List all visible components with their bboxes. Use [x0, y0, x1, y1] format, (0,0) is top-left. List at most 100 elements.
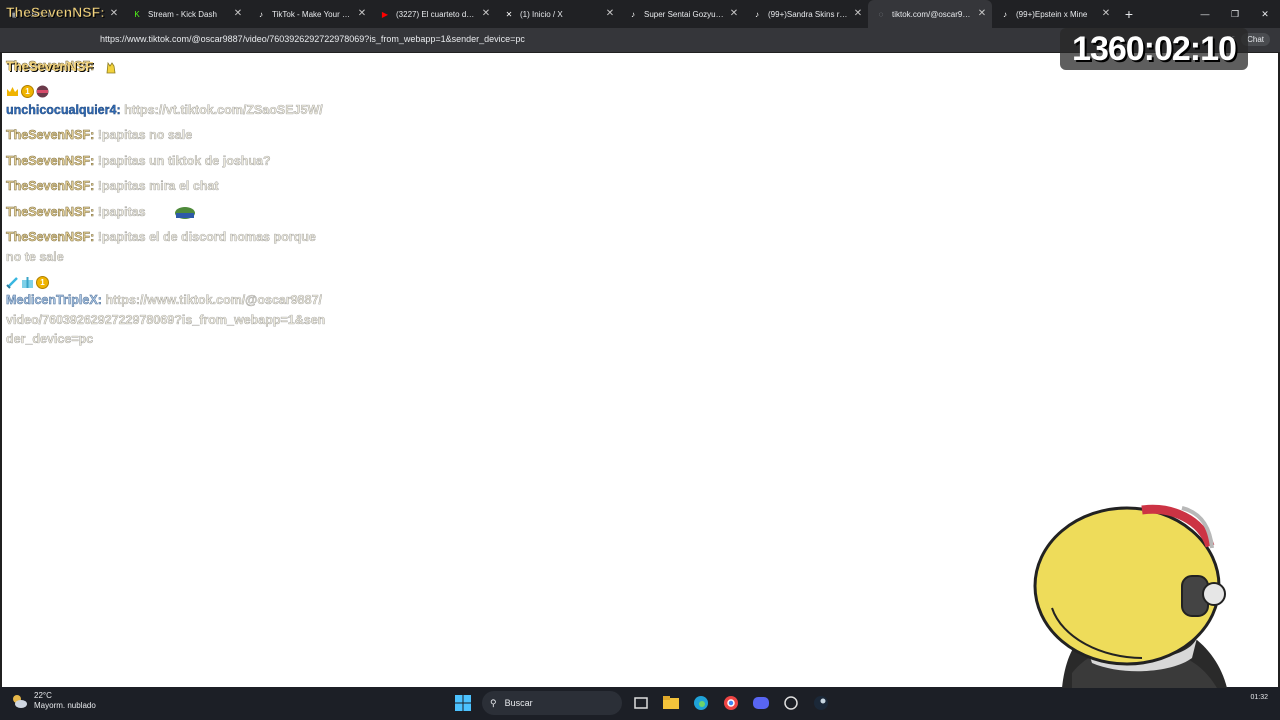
chat-text: !papitas un tiktok de joshua? — [97, 153, 271, 168]
close-tab-icon[interactable]: ✕ — [976, 8, 988, 20]
chat-text: !papitas — [97, 204, 146, 219]
search-icon: ⚲ — [490, 697, 497, 708]
chat-message: TheSevenNSF: !papitas un tiktok de joshu… — [6, 152, 326, 172]
clock-time: 01:32 — [1250, 694, 1268, 701]
url-field[interactable]: https://www.tiktok.com/@oscar9887/video/… — [100, 34, 525, 44]
chat-message: TheSevenNSF: !papitas — [6, 203, 326, 223]
close-tab-icon[interactable]: ✕ — [1100, 8, 1112, 20]
browser-tab[interactable]: K Stream - Kick Dash ✕ — [124, 0, 248, 28]
tab-title: (3227) El cuarteto de no — [396, 9, 478, 19]
chat-line: MedicenTripleX: https://www.tiktok.com/@… — [6, 291, 326, 350]
tab-title: (99+)Sandra Skins reac — [768, 9, 850, 19]
stream-timer: 1360:02:10 — [1060, 28, 1248, 70]
chat-line: TheSevenNSF: !papitas mira el chat — [6, 177, 326, 197]
close-tab-icon[interactable]: ✕ — [232, 8, 244, 20]
chat-line: unchicocualquier4: https://vt.tiktok.com… — [6, 101, 326, 121]
window-controls: — ❐ ✕ — [1190, 0, 1280, 28]
gift-badge-icon — [22, 276, 33, 288]
vtuber-avatar — [1033, 504, 1227, 688]
file-explorer-icon[interactable] — [660, 691, 682, 715]
tab-title: Super Sentai Gozyuger — [644, 9, 726, 19]
chat-separator: : — [90, 179, 98, 194]
frog-emote-icon — [146, 205, 196, 220]
browser-tab[interactable]: ◌ tiktok.com/@oscar9887 ✕ — [868, 0, 992, 28]
tab-title: Stream - Kick Dash — [148, 9, 217, 19]
x-icon: ✕ — [505, 9, 513, 19]
chat-username[interactable]: TheSevenNSF — [6, 204, 91, 219]
restore-icon[interactable]: ❐ — [1220, 0, 1250, 28]
task-view-icon[interactable] — [630, 691, 652, 715]
pikachu-emote-icon — [98, 59, 118, 74]
browser-tab[interactable]: ♪ Super Sentai Gozyuger ✕ — [620, 0, 744, 28]
weather-temp: 22°C — [34, 691, 52, 700]
taskbar-search[interactable]: ⚲ Buscar — [482, 691, 622, 715]
chat-separator: : — [90, 128, 98, 143]
close-tab-icon[interactable]: ✕ — [852, 8, 864, 20]
start-button[interactable] — [452, 691, 474, 715]
close-tab-icon[interactable]: ✕ — [108, 8, 120, 20]
chat-link[interactable]: https://vt.tiktok.com/ZSaoSEJ5W/ — [124, 102, 323, 116]
tab-title: TikTok - Make Your Day — [272, 9, 354, 19]
chat-message: TheSevenNSF: !papitas mira el chat — [6, 177, 326, 197]
tiktok-icon: ♪ — [631, 9, 635, 19]
browser-tab[interactable]: ♪ TikTok - Make Your Day ✕ — [248, 0, 372, 28]
windows-taskbar: 22°C Mayorm. nublado ⚲ Buscar 01:32 — [0, 687, 1280, 720]
chat-username[interactable]: TheSevenNSF — [6, 153, 91, 168]
close-tab-icon[interactable]: ✕ — [356, 8, 368, 20]
chat-line: TheSevenNSF: !papitas el de discord noma… — [6, 228, 326, 267]
user-badges: 1 — [6, 273, 326, 291]
chat-message: TheSevenNSF: !papitas no sale — [6, 126, 326, 146]
app-icon[interactable] — [780, 691, 802, 715]
chrome-icon[interactable] — [720, 691, 742, 715]
kick-icon: K — [134, 9, 140, 19]
tiktok-icon: ♪ — [1003, 9, 1007, 19]
ninja-badge-icon — [36, 85, 49, 98]
chat-line: TheSevenNSF: !papitas no sale — [6, 126, 326, 146]
close-tab-icon[interactable]: ✕ — [728, 8, 740, 20]
weather-condition: Mayorm. nublado — [34, 701, 96, 710]
chat-text: !papitas mira el chat — [97, 179, 219, 193]
browser-tab[interactable]: ♪ (99+)Epstein x Mine ✕ — [992, 0, 1116, 28]
chat-message: TheSevenNSF: !papitas el de discord noma… — [6, 228, 326, 267]
tab-title: (99+)Epstein x Mine — [1016, 9, 1088, 19]
chat-text: !papitas no sale — [97, 128, 193, 142]
weather-widget[interactable]: 22°C Mayorm. nublado — [10, 691, 96, 711]
taskbar-apps: ⚲ Buscar — [452, 691, 832, 715]
youtube-icon: ▶ — [381, 9, 389, 19]
chat-username[interactable]: TheSevenNSF — [6, 179, 91, 194]
close-tab-icon[interactable]: ✕ — [604, 8, 616, 20]
tab-title: (1) Inicio / X — [520, 9, 563, 19]
tiktok-icon: ♪ — [259, 9, 263, 19]
edge-icon[interactable] — [690, 691, 712, 715]
chat-line: TheSevenNSF: !papitas un tiktok de joshu… — [6, 152, 326, 172]
chat-username[interactable]: TheSevenNSF — [6, 128, 91, 143]
chat-username[interactable]: unchicocualquier4 — [6, 102, 117, 116]
close-tab-icon[interactable]: ✕ — [480, 8, 492, 20]
close-window-icon[interactable]: ✕ — [1250, 0, 1280, 28]
loading-icon: ◌ — [878, 9, 884, 19]
cloud-sun-icon — [13, 695, 27, 708]
system-tray[interactable]: 01:32 — [1250, 693, 1268, 702]
tab-title: tiktok.com/@oscar9887 — [892, 9, 974, 19]
search-label: Buscar — [504, 698, 533, 708]
tiktok-icon: ♪ — [755, 9, 759, 19]
chat-username[interactable]: TheSevenNSF — [6, 230, 91, 245]
chat-username[interactable]: MedicenTripleX — [6, 293, 98, 308]
chat-separator: : — [90, 230, 98, 245]
steam-icon[interactable] — [810, 691, 832, 715]
chat-log: TheSevenNSF: 1 unchicocualquier4: https:/… — [6, 57, 326, 356]
minimize-icon[interactable]: — — [1190, 0, 1220, 28]
browser-tab[interactable]: ▶ (3227) El cuarteto de no ✕ — [372, 0, 496, 28]
chat-message: 1 unchicocualquier4: https://vt.tiktok.co… — [6, 83, 326, 121]
browser-tab[interactable]: ✕ (1) Inicio / X ✕ — [496, 0, 620, 28]
browser-tab[interactable]: ♪ (99+)Sandra Skins reac ✕ — [744, 0, 868, 28]
new-tab-button[interactable]: + — [1116, 0, 1142, 28]
crown-badge-icon — [7, 86, 18, 96]
user-badges: 1 — [6, 83, 326, 101]
sword-badge-icon — [6, 276, 18, 289]
windows-logo-icon — [455, 695, 471, 711]
chat-line: TheSevenNSF: !papitas — [6, 203, 326, 223]
chat-separator: : — [90, 204, 98, 219]
discord-icon[interactable] — [750, 691, 772, 715]
browser-tab-strip: ▣ Stream ✕ K Stream - Kick Dash ✕ ♪ TikTok - Ma… — [0, 0, 1280, 28]
